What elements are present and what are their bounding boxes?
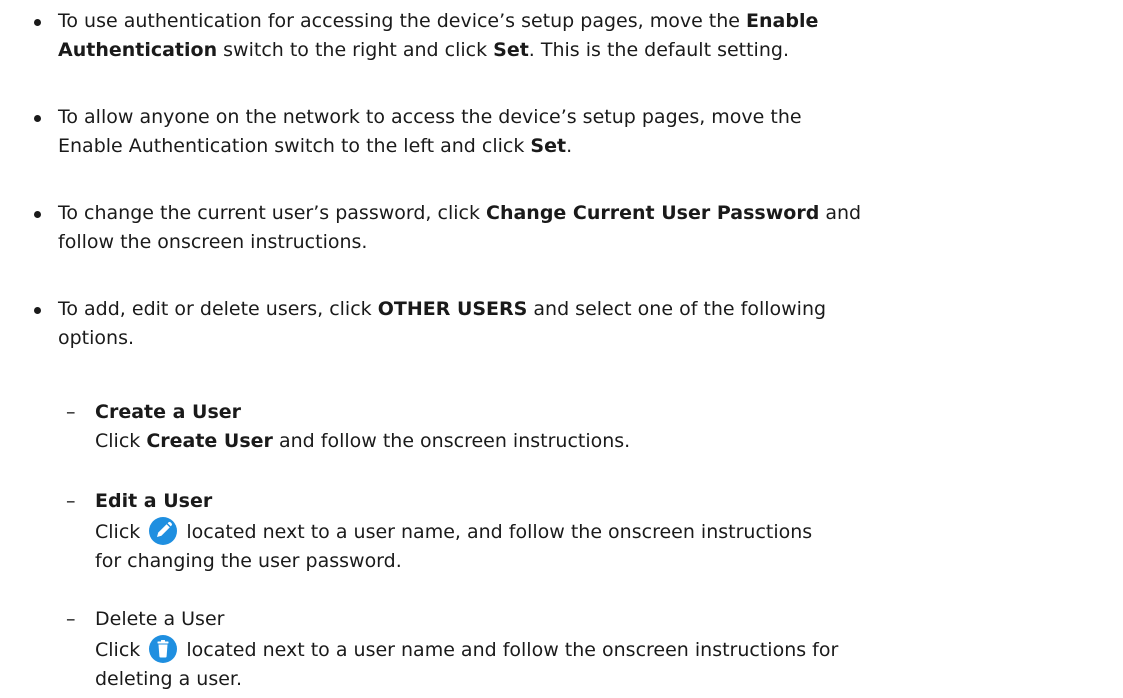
text-run: located next to a user name and follow t… <box>180 639 839 661</box>
text-run: follow the onscreen instructions. <box>58 231 368 253</box>
text-run: To allow anyone on the network to access… <box>58 106 802 128</box>
bullet-dot <box>34 307 41 314</box>
text-run: for changing the user password. <box>95 550 402 572</box>
dash-marker: – <box>66 608 76 630</box>
text-run: deleting a user. <box>95 668 243 690</box>
sub-item-body: Edit a User Click located next to a user… <box>95 487 1105 576</box>
trash-icon <box>149 635 178 663</box>
text-run: . <box>566 135 573 157</box>
dash-marker: – <box>66 401 76 423</box>
dash-marker: – <box>66 490 76 512</box>
bullet-text: To add, edit or delete users, click OTHE… <box>58 295 1108 353</box>
sub-item-heading: Edit a User <box>95 490 213 512</box>
sub-item-heading: Delete a User <box>95 608 225 630</box>
text-run: options. <box>58 327 135 349</box>
bullet-text: To change the current user’s password, c… <box>58 199 1108 257</box>
text-run: and select one of the following <box>527 298 827 320</box>
bold-run: Authentication <box>58 39 218 61</box>
bullet-dot <box>34 19 41 26</box>
bold-run: OTHER USERS <box>377 298 528 320</box>
bullet-dot <box>34 115 41 122</box>
sub-item-body: Create a User Click Create User and foll… <box>95 398 1105 456</box>
text-run: . This is the default setting. <box>528 39 789 61</box>
bullet-dot <box>34 211 41 218</box>
bullet-text: To allow anyone on the network to access… <box>58 103 1108 161</box>
bold-run: Enable <box>746 10 819 32</box>
bullet-text: To use authentication for accessing the … <box>58 7 1108 65</box>
text-run: and <box>819 202 862 224</box>
text-run: and follow the onscreen instructions. <box>272 430 631 452</box>
bold-run: Create User <box>146 430 273 452</box>
text-run: Click <box>95 639 147 661</box>
text-run: To use authentication for accessing the … <box>58 10 747 32</box>
pencil-icon <box>149 517 178 545</box>
sub-item-heading: Create a User <box>95 401 242 423</box>
text-run: Click <box>95 430 147 452</box>
text-run: To change the current user’s password, c… <box>58 202 487 224</box>
text-run: To add, edit or delete users, click <box>58 298 378 320</box>
bold-run: Set <box>530 135 567 157</box>
document-page: To use authentication for accessing the … <box>0 0 1123 698</box>
text-run: located next to a user name, and follow … <box>180 521 813 543</box>
sub-item-body: Delete a User Click located next to a us… <box>95 605 1105 694</box>
bold-run: Change Current User Password <box>486 202 820 224</box>
bold-run: Set <box>493 39 529 61</box>
text-run: switch to the right and click <box>217 39 494 61</box>
text-run: Click <box>95 521 147 543</box>
text-run: Enable Authentication switch to the left… <box>58 135 531 157</box>
